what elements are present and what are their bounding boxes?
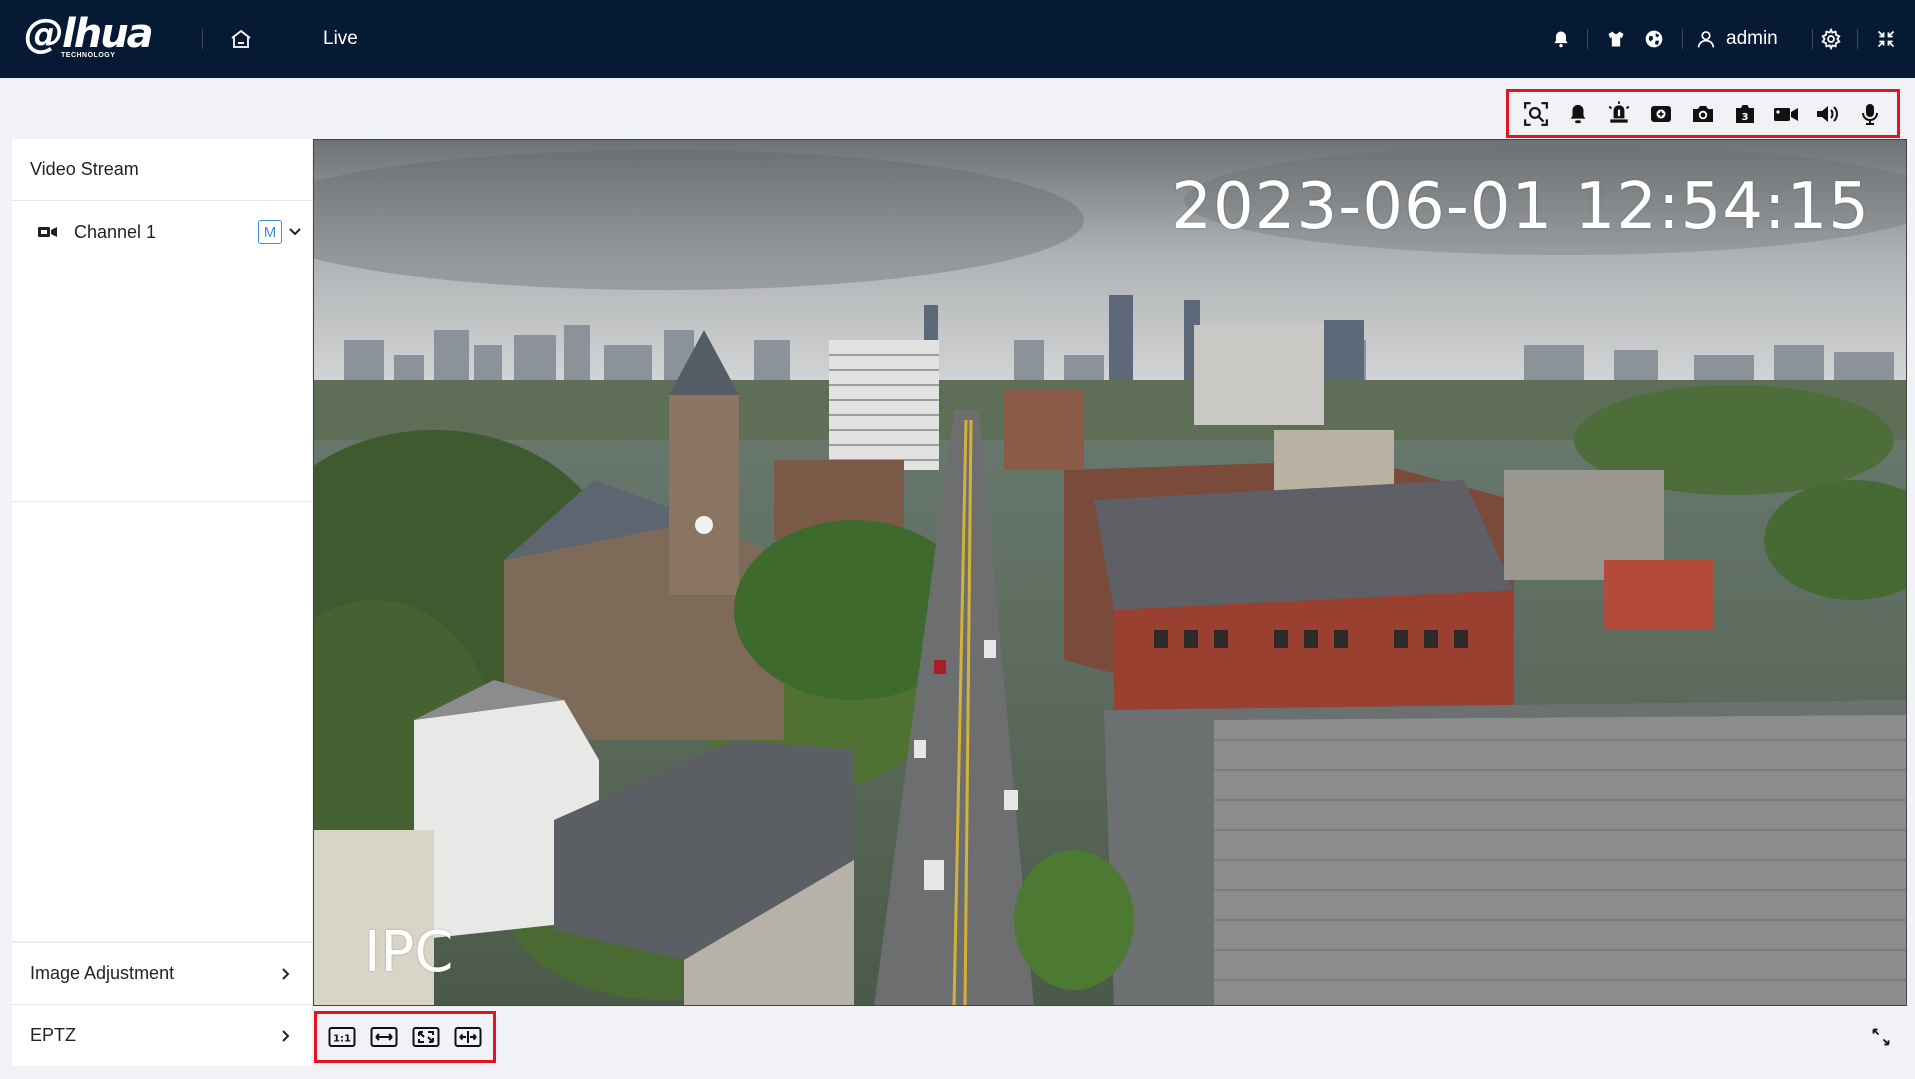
top-navigation-bar: @lhua TECHNOLOGY Live admin: [0, 0, 1915, 78]
triple-snapshot-icon: 3: [1735, 104, 1754, 123]
bell-icon: [1554, 31, 1568, 48]
osd-channel-name: IPC: [364, 920, 454, 985]
ai-overlay-button[interactable]: [1518, 96, 1554, 132]
triple-snapshot-button[interactable]: 3: [1727, 96, 1763, 132]
zoom-in-icon: [1651, 105, 1672, 122]
alarm-out-icon: [1608, 101, 1630, 123]
logo-text: @lhua: [24, 11, 154, 57]
image-adjustment-label: Image Adjustment: [30, 963, 175, 983]
osd-timestamp: 2023-06-01 12:54:15: [1171, 170, 1870, 244]
ai-overlay-icon: [1523, 101, 1548, 126]
eptz-menu[interactable]: EPTZ: [12, 1004, 312, 1066]
eptz-label: EPTZ: [30, 1025, 77, 1045]
alarm-icon: [1570, 104, 1585, 123]
fullscreen-icon: [1872, 1028, 1890, 1046]
sidebar-empty-area: [12, 501, 312, 941]
home-icon: [231, 29, 251, 48]
user-menu[interactable]: admin: [1696, 24, 1778, 54]
divider: [1857, 29, 1858, 49]
chevron-right-icon: [282, 1030, 290, 1042]
stretch-button[interactable]: [408, 1019, 444, 1055]
shirt-icon: [1608, 31, 1624, 47]
divider: [202, 29, 203, 49]
video-stream-panel: Video Stream Channel 1 M: [12, 139, 312, 501]
chevron-down-icon[interactable]: [287, 223, 303, 239]
talk-icon: [1862, 103, 1878, 125]
video-stream-header: Video Stream: [12, 139, 312, 201]
record-icon: [1774, 107, 1799, 121]
fullscreen-button[interactable]: [1866, 1022, 1896, 1052]
alarm-output-button[interactable]: [1601, 96, 1637, 132]
aerial-city-scene: [314, 140, 1906, 1005]
divider: [1682, 29, 1683, 49]
language-button[interactable]: [1639, 24, 1669, 54]
exit-fullscreen-button[interactable]: [1871, 24, 1901, 54]
snapshot-button[interactable]: [1685, 96, 1721, 132]
channel-item-1[interactable]: Channel 1 M: [12, 201, 312, 263]
collapse-icon: [1877, 30, 1895, 48]
original-size-button[interactable]: 1:1: [324, 1019, 360, 1055]
skin-button[interactable]: [1601, 24, 1631, 54]
fit-window-button[interactable]: [450, 1019, 486, 1055]
username: admin: [1726, 28, 1778, 49]
user-icon: [1697, 31, 1715, 48]
live-video-view[interactable]: 2023-06-01 12:54:15 IPC: [313, 139, 1907, 1006]
image-adjustment-menu[interactable]: Image Adjustment: [12, 942, 312, 1004]
fit-width-button[interactable]: [366, 1019, 402, 1055]
dahua-logo: @lhua TECHNOLOGY: [24, 12, 164, 64]
main-stream-badge[interactable]: M: [258, 220, 282, 244]
fit-width-icon: [370, 1027, 398, 1047]
logo-subtext: TECHNOLOGY: [61, 52, 116, 59]
alarm-notification-button[interactable]: [1546, 24, 1576, 54]
home-button[interactable]: [226, 24, 256, 54]
digital-zoom-button[interactable]: [1643, 96, 1679, 132]
stretch-icon: [412, 1027, 440, 1047]
snapshot-icon: [1692, 105, 1713, 122]
camera-icon: [38, 227, 57, 237]
display-mode-toolbar: 1:1: [314, 1011, 496, 1063]
record-button[interactable]: [1768, 96, 1804, 132]
live-view-toolbar: 3: [1506, 89, 1900, 138]
divider: [1587, 29, 1588, 49]
alarm-button[interactable]: [1560, 96, 1596, 132]
channel-label: Channel 1: [74, 221, 157, 242]
original-size-icon: 1:1: [328, 1027, 356, 1047]
audio-icon: [1817, 105, 1839, 122]
globe-icon: [1645, 30, 1663, 48]
nav-live[interactable]: Live: [323, 28, 358, 50]
chevron-right-icon: [282, 968, 290, 980]
fit-window-icon: [454, 1027, 482, 1047]
audio-button[interactable]: [1810, 96, 1846, 132]
divider: [1812, 29, 1813, 49]
svg-text:3: 3: [1741, 112, 1748, 123]
svg-text:1:1: 1:1: [333, 1034, 351, 1045]
talk-button[interactable]: [1852, 96, 1888, 132]
settings-button[interactable]: [1816, 24, 1846, 54]
gear-icon: [1821, 28, 1841, 50]
